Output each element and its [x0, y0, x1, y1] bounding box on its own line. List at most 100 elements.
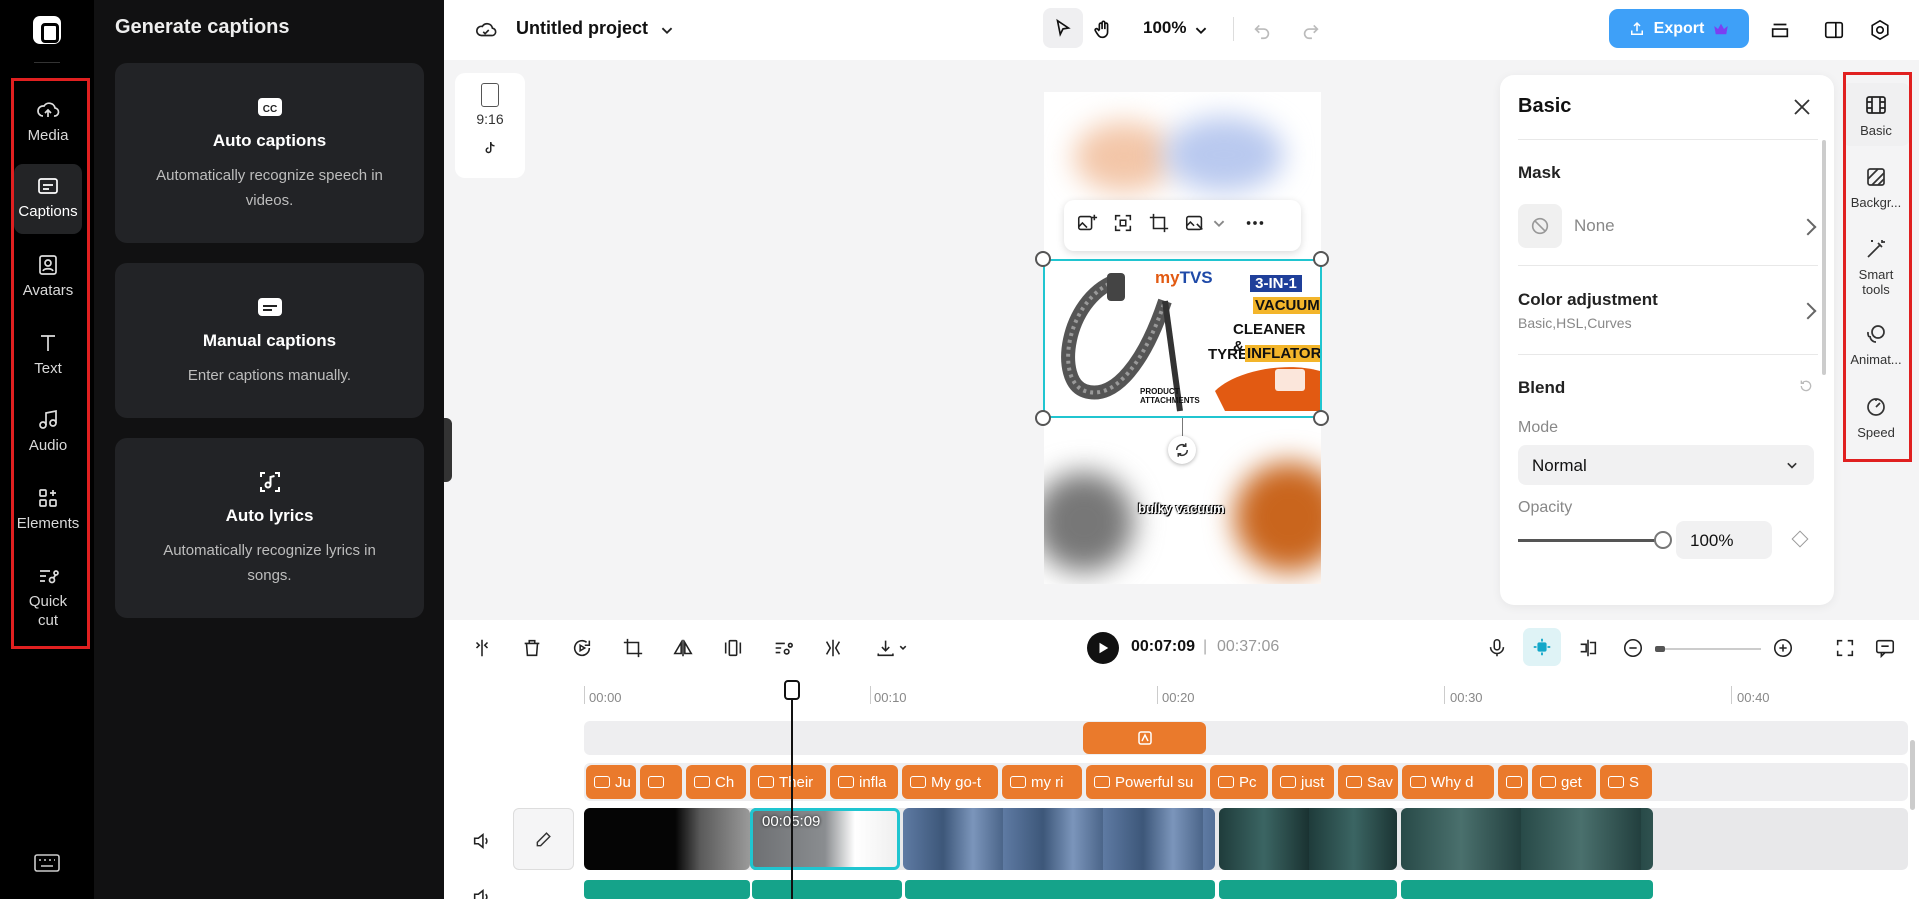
opacity-slider-track[interactable]	[1518, 539, 1660, 542]
caption-clip[interactable]: Why d	[1402, 765, 1494, 799]
playhead-handle[interactable]	[784, 680, 800, 700]
split-button[interactable]	[467, 633, 497, 663]
caption-clip[interactable]: S	[1600, 765, 1652, 799]
audio-waveform[interactable]	[1219, 880, 1397, 899]
more-options-button[interactable]	[1244, 212, 1266, 239]
caption-clip[interactable]	[640, 765, 682, 799]
caption-clip[interactable]: My go-t	[902, 765, 998, 799]
export-button[interactable]: Export	[1609, 9, 1749, 48]
project-name[interactable]: Untitled project	[516, 18, 648, 39]
right-rail-item-speed[interactable]: Speed	[1842, 385, 1910, 448]
video-clip[interactable]	[1401, 808, 1653, 870]
fullscreen-button[interactable]	[1830, 633, 1860, 663]
captions-toggle-button[interactable]	[1870, 633, 1900, 663]
caption-clip[interactable]: Powerful su	[1086, 765, 1206, 799]
caption-clip[interactable]: Ch	[686, 765, 746, 799]
caption-clip[interactable]: Their	[750, 765, 826, 799]
zoom-level[interactable]: 100%	[1143, 18, 1186, 38]
resize-handle-tl[interactable]	[1035, 251, 1051, 267]
rail-item-media[interactable]: Media	[14, 88, 82, 150]
audio-waveform[interactable]	[752, 880, 902, 899]
resize-handle-bl[interactable]	[1035, 410, 1051, 426]
caption-clip[interactable]: Sav	[1338, 765, 1398, 799]
cloud-save-status[interactable]	[470, 14, 502, 46]
audio-waveform[interactable]	[584, 880, 750, 899]
video-clip[interactable]	[1219, 808, 1397, 870]
zoom-out-button[interactable]	[1618, 633, 1648, 663]
image-options-dropdown[interactable]	[1208, 212, 1230, 239]
select-tool-button[interactable]	[1043, 8, 1083, 48]
aspect-ratio-selector[interactable]: 9:16	[455, 73, 525, 178]
close-panel-button[interactable]	[1792, 97, 1812, 117]
auto-lyrics-card[interactable]: Auto lyrics Automatically recognize lyri…	[115, 438, 424, 618]
right-rail-item-background[interactable]: Backgr...	[1842, 155, 1910, 218]
hand-tool-button[interactable]	[1087, 14, 1119, 46]
timeline-scrollbar[interactable]	[1910, 740, 1915, 810]
audio-waveform[interactable]	[1401, 880, 1653, 899]
caption-clip[interactable]: just	[1272, 765, 1334, 799]
caption-clip[interactable]: Ju	[586, 765, 636, 799]
freeze-button[interactable]	[718, 633, 748, 663]
crop-button[interactable]	[1148, 212, 1170, 239]
mute-audio-button[interactable]	[471, 886, 499, 899]
replay-button[interactable]	[567, 633, 597, 663]
project-menu-button[interactable]	[651, 14, 683, 46]
zoom-in-button[interactable]	[1768, 633, 1798, 663]
color-adjustment-title[interactable]: Color adjustment	[1518, 290, 1658, 310]
panel-scrollbar[interactable]	[1822, 140, 1826, 375]
caption-clip[interactable]: infla	[830, 765, 898, 799]
download-button[interactable]	[868, 633, 916, 663]
opacity-input[interactable]: 100%	[1676, 521, 1772, 559]
trim-button[interactable]	[818, 633, 848, 663]
auto-captions-card[interactable]: CC Auto captions Automatically recognize…	[115, 63, 424, 243]
crop-timeline-button[interactable]	[618, 633, 648, 663]
mute-track-button[interactable]	[471, 830, 499, 850]
auto-snap-button[interactable]	[1523, 628, 1561, 666]
delete-button[interactable]	[517, 633, 547, 663]
rotate-handle[interactable]	[1168, 436, 1196, 464]
reset-blend-button[interactable]	[1798, 378, 1814, 394]
timeline-zoom-slider[interactable]	[1655, 648, 1761, 650]
focus-button[interactable]	[1112, 212, 1134, 239]
image-overlay-clip[interactable]	[1083, 722, 1206, 754]
right-rail-item-smart-tools[interactable]: Smart tools	[1842, 227, 1910, 305]
replace-image-button[interactable]	[1076, 212, 1098, 239]
caption-clip[interactable]: get	[1532, 765, 1596, 799]
caption-clip[interactable]: my ri	[1002, 765, 1082, 799]
quick-cut-timeline-button[interactable]	[768, 633, 798, 663]
blend-mode-select[interactable]: Normal	[1518, 445, 1814, 485]
timeline-zoom-knob[interactable]	[1655, 646, 1665, 652]
split-track-button[interactable]	[1573, 633, 1603, 663]
panel-collapse-handle[interactable]	[444, 418, 452, 482]
video-clip[interactable]	[903, 808, 1215, 870]
rail-item-text[interactable]: Text	[14, 321, 82, 383]
resize-handle-br[interactable]	[1313, 410, 1329, 426]
layout-button[interactable]	[1818, 14, 1850, 46]
video-clip[interactable]	[584, 808, 750, 870]
resize-handle-tr[interactable]	[1313, 251, 1329, 267]
right-rail-item-animation[interactable]: Animat...	[1842, 312, 1910, 375]
audio-waveform[interactable]	[905, 880, 1215, 899]
zoom-menu-button[interactable]	[1185, 14, 1217, 46]
settings-button[interactable]	[1864, 14, 1896, 46]
caption-clip[interactable]	[1498, 765, 1528, 799]
redo-button[interactable]	[1295, 14, 1327, 46]
caption-clip[interactable]: Pc	[1210, 765, 1268, 799]
keyboard-shortcuts-button[interactable]	[34, 854, 60, 872]
play-button[interactable]	[1087, 632, 1119, 664]
chevron-right-icon[interactable]	[1799, 302, 1817, 320]
keyframe-diamond-icon[interactable]	[1791, 530, 1809, 548]
rail-item-quick-cut[interactable]: Quick cut	[14, 554, 82, 634]
opacity-slider-knob[interactable]	[1654, 531, 1672, 549]
canvas-subtitle[interactable]: bulky vacuum	[1138, 501, 1225, 516]
right-rail-item-basic[interactable]: Basic	[1842, 83, 1910, 146]
flip-button[interactable]	[668, 633, 698, 663]
playhead-line[interactable]	[791, 688, 793, 899]
rail-item-audio[interactable]: Audio	[14, 398, 82, 460]
selected-image-layer[interactable]: myTVS 3-IN-1 VACUUM CLEANER & TYRE INFLA…	[1043, 259, 1322, 418]
layers-button[interactable]	[1764, 14, 1796, 46]
rail-item-avatars[interactable]: Avatars	[14, 243, 82, 305]
undo-button[interactable]	[1246, 14, 1278, 46]
manual-captions-card[interactable]: Manual captions Enter captions manually.	[115, 263, 424, 418]
record-voice-button[interactable]	[1482, 633, 1512, 663]
